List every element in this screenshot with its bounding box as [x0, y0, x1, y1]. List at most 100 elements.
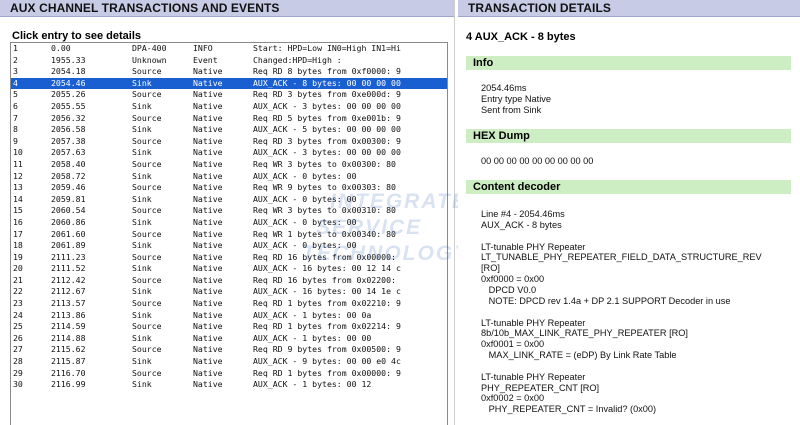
decoder-line: LT-tunable PHY Repeater [481, 241, 586, 252]
table-cell: Native [193, 100, 223, 111]
table-cell: 2 [13, 54, 18, 65]
table-row[interactable]: 6 2055.55 Sink Native AUX_ACK - 3 bytes: 00 … [11, 101, 447, 113]
table-row[interactable]: 18 2061.89 Sink Native AUX_ACK - 0 bytes: 00 [11, 240, 447, 252]
table-cell: AUX_ACK - 1 bytes: 00 00 [253, 332, 372, 343]
decoder-line: LT-tunable PHY Repeater [481, 371, 586, 382]
table-cell: 4 [13, 77, 18, 88]
table-row[interactable]: 24 2113.86 Sink Native AUX_ACK - 1 bytes: 00… [11, 310, 447, 322]
table-row[interactable]: 27 2115.62 Source Native Req RD 9 bytes from… [11, 344, 447, 356]
table-cell: Native [193, 147, 223, 158]
table-row[interactable]: 10 2057.63 Sink Native AUX_ACK - 3 bytes: 00… [11, 147, 447, 159]
table-cell: Native [193, 367, 223, 378]
details-header: TRANSACTION DETAILS [458, 0, 800, 17]
table-cell: 29 [13, 367, 23, 378]
table-cell: 25 [13, 321, 23, 332]
table-cell: 16 [13, 216, 23, 227]
table-cell: Req RD 5 bytes from 0xe001b: 9 [253, 112, 401, 123]
table-row[interactable]: 21 2112.42 Source Native Req RD 16 bytes fro… [11, 275, 447, 287]
table-cell: 9 [13, 135, 18, 146]
decoder-line: 0xf0002 = 0x00 [481, 393, 545, 404]
table-cell: 1 [13, 43, 18, 53]
table-cell: 27 [13, 344, 23, 355]
table-row[interactable]: 15 2060.54 Source Native Req WR 3 bytes to 0… [11, 205, 447, 217]
table-row[interactable]: 29 2116.70 Source Native Req RD 1 bytes from… [11, 368, 447, 380]
table-row[interactable]: 12 2058.72 Sink Native AUX_ACK - 0 bytes: 00 [11, 171, 447, 183]
table-cell: Native [193, 135, 223, 146]
table-cell: 30 [13, 379, 23, 390]
table-cell: 2058.72 [51, 170, 86, 181]
table-cell: AUX_ACK - 0 bytes: 00 [253, 193, 357, 204]
table-cell: Sink [132, 193, 152, 204]
table-row[interactable]: 5 2055.26 Source Native Req RD 3 bytes from … [11, 89, 447, 101]
table-row[interactable]: 19 2111.23 Source Native Req RD 16 bytes fro… [11, 252, 447, 264]
table-cell: Native [193, 240, 223, 251]
table-cell: Source [132, 298, 162, 309]
table-row[interactable]: 16 2060.86 Sink Native AUX_ACK - 0 bytes: 00 [11, 217, 447, 229]
table-cell: 2057.38 [51, 135, 86, 146]
table-cell: Native [193, 193, 223, 204]
table-row[interactable]: 30 2116.99 Sink Native AUX_ACK - 1 bytes: 00… [11, 379, 447, 391]
table-cell: Native [193, 66, 223, 77]
table-row[interactable]: 11 2058.40 Source Native Req WR 3 bytes to 0… [11, 159, 447, 171]
click-hint: Click entry to see details [12, 30, 141, 42]
table-cell: 12 [13, 170, 23, 181]
table-cell: Req RD 16 bytes from 0x02200: [253, 274, 396, 285]
table-row[interactable]: 23 2113.57 Source Native Req RD 1 bytes from… [11, 298, 447, 310]
table-cell: 11 [13, 158, 23, 169]
transactions-list[interactable]: 1 0.00 DPA-400 INFO Start: HPD=Low IN0=High … [10, 42, 448, 425]
table-cell: Unknown [132, 54, 167, 65]
table-row[interactable]: 22 2112.67 Sink Native AUX_ACK - 16 bytes: 0… [11, 286, 447, 298]
table-cell: 19 [13, 251, 23, 262]
table-cell: Req RD 9 bytes from 0x00500: 9 [253, 344, 401, 355]
table-cell: Sink [132, 356, 152, 367]
table-cell: Event [193, 54, 218, 65]
table-cell: Native [193, 112, 223, 123]
table-cell: Req RD 8 bytes from 0xf0000: 9 [253, 66, 401, 77]
table-cell: 13 [13, 182, 23, 193]
table-cell: 2111.52 [51, 263, 86, 274]
table-cell: 2112.42 [51, 274, 86, 285]
table-cell: 18 [13, 240, 23, 251]
table-row[interactable]: 2 1955.33 Unknown Event Changed:HPD=High : [11, 55, 447, 67]
table-cell: 2115.62 [51, 344, 86, 355]
table-row[interactable]: 9 2057.38 Source Native Req RD 3 bytes from … [11, 136, 447, 148]
table-row[interactable]: 17 2061.60 Source Native Req WR 1 bytes to 0… [11, 229, 447, 241]
table-cell: Native [193, 298, 223, 309]
table-row[interactable]: 7 2056.32 Source Native Req RD 5 bytes from … [11, 113, 447, 125]
table-row[interactable]: 20 2111.52 Sink Native AUX_ACK - 16 bytes: 0… [11, 263, 447, 275]
table-row[interactable]: 28 2115.87 Sink Native AUX_ACK - 9 bytes: 00… [11, 356, 447, 368]
table-cell: Native [193, 170, 223, 181]
table-cell: 2058.40 [51, 158, 86, 169]
table-cell: 2055.55 [51, 100, 86, 111]
table-cell: AUX_ACK - 8 bytes: 00 00 00 00 [253, 77, 401, 88]
table-cell: 2060.86 [51, 216, 86, 227]
table-cell: Req RD 16 bytes from 0x00000: [253, 251, 396, 262]
info-timestamp: 2054.46ms [481, 83, 527, 93]
table-cell: 2116.70 [51, 367, 86, 378]
table-cell: 26 [13, 332, 23, 343]
table-cell: 2057.63 [51, 147, 86, 158]
table-row[interactable]: 14 2059.81 Sink Native AUX_ACK - 0 bytes: 00 [11, 194, 447, 206]
table-cell: 2116.99 [51, 379, 86, 390]
table-cell: 20 [13, 263, 23, 274]
table-row[interactable]: 8 2056.58 Sink Native AUX_ACK - 5 bytes: 00 … [11, 124, 447, 136]
table-cell: Changed:HPD=High : [253, 54, 342, 65]
table-row[interactable]: 1 0.00 DPA-400 INFO Start: HPD=Low IN0=High … [11, 43, 447, 55]
table-cell: Native [193, 286, 223, 297]
table-cell: 5 [13, 89, 18, 100]
table-cell: 0.00 [51, 43, 71, 53]
table-cell: 2112.67 [51, 286, 86, 297]
table-row[interactable]: 3 2054.18 Source Native Req RD 8 bytes from … [11, 66, 447, 78]
hex-section-header: HEX Dump [466, 129, 791, 143]
table-cell: 2059.46 [51, 182, 86, 193]
table-row[interactable]: 26 2114.88 Sink Native AUX_ACK - 1 bytes: 00… [11, 333, 447, 345]
decoder-line: LT_TUNABLE_PHY_REPEATER_FIELD_DATA_STRUC… [481, 252, 762, 263]
table-cell: AUX_ACK - 16 bytes: 00 12 14 c [253, 263, 401, 274]
table-row[interactable]: 13 2059.46 Source Native Req WR 9 bytes to 0… [11, 182, 447, 194]
table-cell: 22 [13, 286, 23, 297]
table-cell: 2054.18 [51, 66, 86, 77]
table-cell: 2061.89 [51, 240, 86, 251]
table-cell: Source [132, 182, 162, 193]
table-row[interactable]: 25 2114.59 Source Native Req RD 1 bytes from… [11, 321, 447, 333]
table-row[interactable]: 4 2054.46 Sink Native AUX_ACK - 8 bytes: 00 … [11, 77, 447, 90]
